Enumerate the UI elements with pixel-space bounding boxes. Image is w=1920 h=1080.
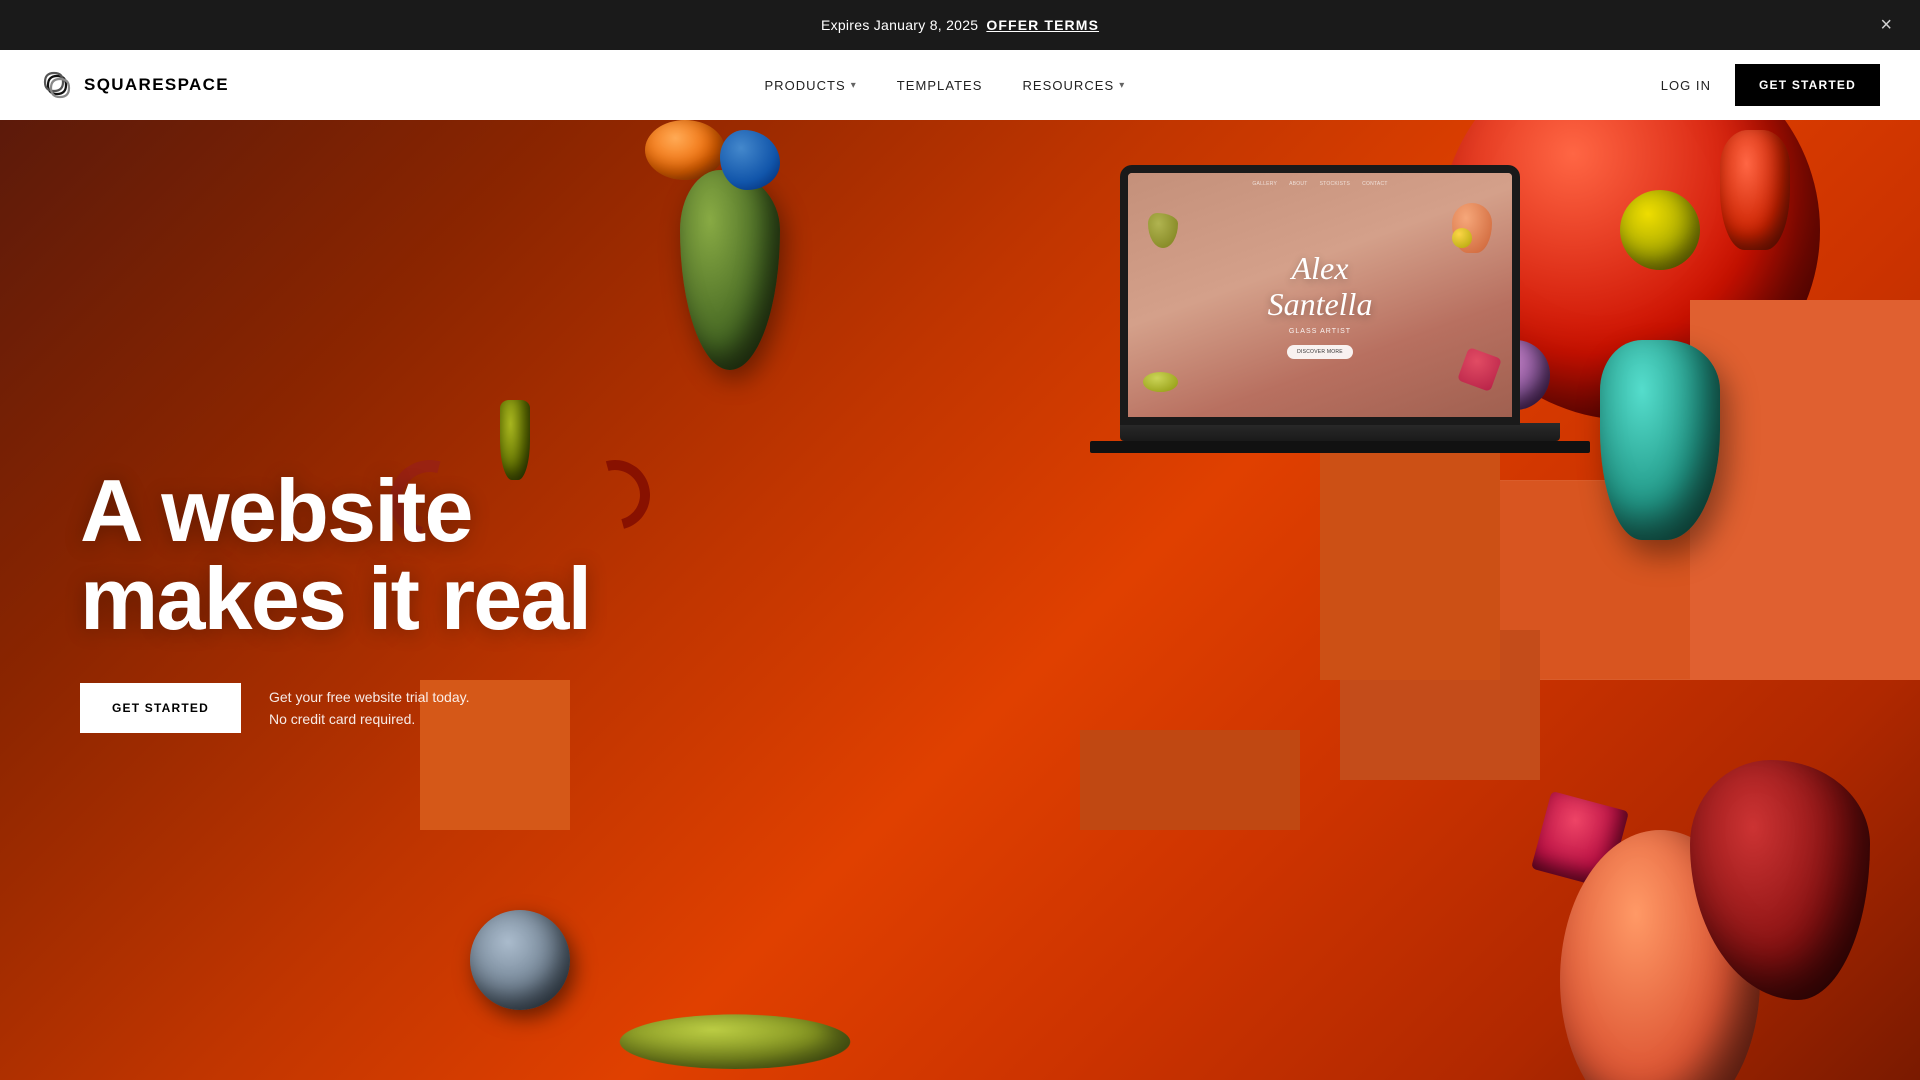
log-in-button[interactable]: LOG IN <box>1661 78 1711 93</box>
laptop-bottom <box>1090 441 1590 453</box>
laptop-artist-title: GLASS ARTIST <box>1289 328 1351 335</box>
hero-headline-line1: A website <box>80 461 472 560</box>
hero-headline: A website makes it real <box>80 467 590 643</box>
hero-content: A website makes it real GET STARTED Get … <box>80 467 590 733</box>
hero-subtitle-line1: Get your free website trial today. <box>269 686 470 708</box>
decorative-blue-sphere <box>470 910 570 1010</box>
announcement-bar: Expires January 8, 2025 OFFER TERMS × <box>0 0 1920 50</box>
laptop-base <box>1120 423 1560 441</box>
nav-resources[interactable]: RESOURCES ▾ <box>1022 78 1125 93</box>
nav-products-label: PRODUCTS <box>764 78 845 93</box>
hero-subtitle-line2: No credit card required. <box>269 708 470 730</box>
hero-cta-area: GET STARTED Get your free website trial … <box>80 683 590 733</box>
laptop-discover-cta: DISCOVER MORE <box>1287 345 1353 359</box>
offer-terms-link[interactable]: OFFER TERMS <box>986 17 1099 33</box>
nav-products[interactable]: PRODUCTS ▾ <box>764 78 856 93</box>
laptop-nav-gallery: GALLERY <box>1252 181 1277 187</box>
nav-actions: LOG IN GET STARTED <box>1661 64 1880 106</box>
laptop-screen-content: GALLERY ABOUT STOCKISTS CONTACT AlexSant… <box>1128 173 1512 417</box>
decorative-teal-object <box>1600 340 1720 540</box>
announcement-expires-text: Expires January 8, 2025 <box>821 17 978 33</box>
navbar: SQUARESPACE PRODUCTS ▾ TEMPLATES RESOURC… <box>0 50 1920 120</box>
get-started-hero-button[interactable]: GET STARTED <box>80 683 241 733</box>
squarespace-logo-icon <box>40 68 74 102</box>
laptop-screen-nav: GALLERY ABOUT STOCKISTS CONTACT <box>1128 181 1512 187</box>
get-started-nav-button[interactable]: GET STARTED <box>1735 64 1880 106</box>
chevron-down-icon-2: ▾ <box>1119 80 1125 91</box>
decorative-cube-6 <box>1080 730 1300 830</box>
nav-links: PRODUCTS ▾ TEMPLATES RESOURCES ▾ <box>764 78 1125 93</box>
close-announcement-button[interactable]: × <box>1880 15 1892 35</box>
laptop-nav-stockists: STOCKISTS <box>1320 181 1351 187</box>
nav-templates[interactable]: TEMPLATES <box>897 78 983 93</box>
laptop-mockup: GALLERY ABOUT STOCKISTS CONTACT AlexSant… <box>1120 165 1540 475</box>
laptop-nav-about: ABOUT <box>1289 181 1307 187</box>
hero-headline-line2: makes it real <box>80 549 590 648</box>
decorative-yellow-sphere <box>1620 190 1700 270</box>
hero-subtitle: Get your free website trial today. No cr… <box>269 686 470 731</box>
laptop-screen: GALLERY ABOUT STOCKISTS CONTACT AlexSant… <box>1120 165 1520 425</box>
hero-section: GALLERY ABOUT STOCKISTS CONTACT AlexSant… <box>0 120 1920 1080</box>
decorative-cube-4 <box>1690 300 1920 680</box>
nav-resources-label: RESOURCES <box>1022 78 1114 93</box>
nav-templates-label: TEMPLATES <box>897 78 983 93</box>
logo-text: SQUARESPACE <box>84 75 229 95</box>
laptop-nav-contact: CONTACT <box>1362 181 1388 187</box>
laptop-artist-name: AlexSantella <box>1268 251 1373 321</box>
logo[interactable]: SQUARESPACE <box>40 68 229 102</box>
chevron-down-icon: ▾ <box>851 80 857 91</box>
decorative-red-vase <box>1720 130 1790 250</box>
